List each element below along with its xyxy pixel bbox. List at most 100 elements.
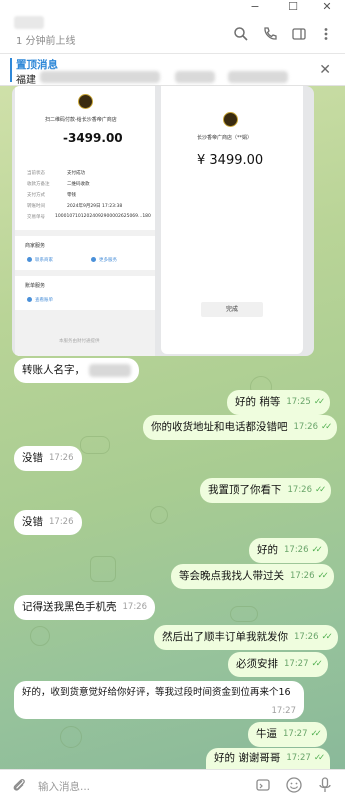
receipt-amount: -3499.00: [63, 131, 123, 145]
read-ticks-icon: ✓✓: [313, 397, 325, 407]
message-time: 17:26: [49, 453, 74, 463]
message-outgoing[interactable]: 必须安排 17:27 ✓✓: [228, 652, 328, 677]
receipt-row-value: 2024年9月29日 17:23:38: [67, 204, 123, 209]
receipt-amount: ¥ 3499.00: [197, 153, 264, 168]
message-time: 17:27: [284, 659, 309, 669]
message-time: 17:26: [122, 602, 148, 612]
receipt-row-label: 转账时间: [27, 204, 45, 209]
receipt-row-value: 支付成功: [67, 171, 85, 176]
read-ticks-icon: ✓✓: [311, 545, 323, 555]
receipt-row-value: 零钱: [67, 193, 76, 198]
attach-icon[interactable]: [10, 776, 28, 794]
receipt-footer: 本服务由财付通提供: [59, 339, 100, 344]
background-doodle: [230, 606, 258, 622]
background-doodle: [60, 726, 82, 748]
command-icon[interactable]: [254, 776, 272, 794]
last-seen-status: 1 分钟前上线: [16, 36, 76, 47]
message-time: 17:26: [287, 485, 313, 495]
receipt-row-label: 支付方式: [27, 193, 45, 198]
message-outgoing[interactable]: 牛逼 17:27 ✓✓: [248, 722, 327, 747]
message-time: 17:25: [286, 397, 311, 407]
receipt-left-panel: 扫二维码付款-给长沙香帝广商店 -3499.00 当前状态 支付成功 收款方备注…: [15, 86, 155, 356]
emoji-icon[interactable]: [285, 776, 303, 794]
message-outgoing[interactable]: 然后出了顺丰订单我就发你 17:26 ✓✓: [154, 625, 338, 650]
phone-icon[interactable]: [262, 26, 278, 42]
background-doodle: [90, 556, 116, 582]
merchant-avatar: [223, 112, 238, 127]
receipt-right-panel: 长沙香帝广商店（**娟） ¥ 3499.00 完成: [161, 86, 303, 354]
more-services-icon: [91, 257, 96, 262]
message-incoming[interactable]: 好的，收到货意觉好给你好评，等我过段时间资金到位再来个16 17:27: [14, 681, 304, 719]
more-services-link[interactable]: 更多服务: [99, 257, 117, 263]
redacted-name: [89, 363, 131, 377]
pinned-redacted-text: [40, 71, 160, 83]
message-outgoing[interactable]: 等会晚点我找人带过关 17:26 ✓✓: [171, 564, 334, 589]
more-vertical-icon[interactable]: [318, 26, 334, 42]
message-text: 你的收货地址和电话都没错吧: [151, 421, 288, 433]
view-bill-link[interactable]: 查看账单: [35, 297, 53, 303]
done-button[interactable]: 完成: [201, 302, 263, 317]
message-text: 然后出了顺丰订单我就发你: [162, 631, 288, 643]
receipt-row-label: 交易单号: [27, 215, 45, 220]
message-incoming[interactable]: 记得送我黑色手机壳 17:26: [14, 595, 155, 620]
receipt-row-value: 二维码收款: [67, 182, 90, 187]
message-time: 17:26: [294, 632, 319, 642]
message-outgoing[interactable]: 好的 17:26 ✓✓: [249, 538, 328, 563]
read-ticks-icon: ✓✓: [310, 729, 322, 739]
message-composer: 输入消息...: [0, 769, 345, 800]
read-ticks-icon: ✓✓: [321, 422, 332, 432]
message-time: 17:27: [283, 729, 308, 739]
window-title-bar: − ☐ ✕: [0, 0, 345, 18]
message-time: 17:26: [293, 422, 319, 432]
message-incoming[interactable]: 没错 17:26: [14, 446, 82, 471]
minimize-icon[interactable]: −: [241, 0, 269, 16]
microphone-icon[interactable]: [316, 776, 334, 794]
receipt-row-label: 收款方备注: [27, 182, 50, 187]
search-icon[interactable]: [233, 26, 249, 42]
chat-header: 1 分钟前上线: [0, 16, 345, 54]
pinned-preview: 福建: [16, 75, 36, 86]
pinned-close-icon[interactable]: ✕: [319, 62, 331, 78]
read-ticks-icon: ✓✓: [315, 485, 326, 495]
pinned-message-bar[interactable]: 置顶消息 福建 ✕: [0, 54, 345, 86]
merchant-avatar: [78, 94, 93, 109]
message-incoming[interactable]: 没错 17:26: [14, 510, 82, 535]
message-outgoing[interactable]: 你的收货地址和电话都没错吧 17:26 ✓✓: [143, 415, 338, 440]
read-ticks-icon: ✓✓: [313, 753, 325, 763]
receipt-merchant: 扫二维码付款-给长沙香帝广商店: [45, 117, 117, 123]
divider: [15, 270, 155, 276]
message-text: 必须安排: [236, 658, 278, 670]
receipt-row-label: 当前状态: [27, 171, 45, 176]
message-outgoing[interactable]: 好的 稍等 17:25 ✓✓: [227, 390, 331, 415]
pinned-redacted-text: [228, 71, 288, 83]
background-doodle: [30, 626, 50, 646]
contact-merchant-icon: [27, 257, 32, 262]
message-text: 没错: [22, 516, 43, 528]
message-text: 我置顶了你看下: [208, 484, 282, 496]
message-time: 17:27: [286, 753, 311, 763]
message-text: 好的 稍等: [235, 396, 281, 408]
message-text: 转账人名字，: [22, 364, 85, 376]
pinned-accent-bar: [10, 58, 12, 82]
read-ticks-icon: ✓✓: [311, 659, 323, 669]
payment-receipt-image[interactable]: 扫二维码付款-给长沙香帝广商店 -3499.00 当前状态 支付成功 收款方备注…: [12, 86, 314, 356]
read-ticks-icon: ✓✓: [321, 632, 333, 642]
divider: [15, 230, 155, 236]
message-outgoing[interactable]: 好的 谢谢哥哥 17:27 ✓✓: [206, 748, 331, 769]
receipt-section-title: 账单服务: [25, 283, 46, 289]
message-time: 17:26: [290, 571, 315, 581]
close-icon[interactable]: ✕: [313, 0, 341, 16]
read-ticks-icon: ✓✓: [317, 571, 329, 581]
maximize-icon[interactable]: ☐: [279, 0, 307, 16]
background-doodle: [80, 436, 110, 454]
chat-history[interactable]: 扫二维码付款-给长沙香帝广商店 -3499.00 当前状态 支付成功 收款方备注…: [0, 86, 345, 769]
background-doodle: [150, 506, 168, 524]
message-input[interactable]: 输入消息...: [38, 779, 90, 794]
message-outgoing[interactable]: 我置顶了你看下 17:26 ✓✓: [200, 478, 332, 503]
message-incoming[interactable]: 转账人名字，: [14, 358, 139, 383]
message-time: 17:26: [49, 517, 74, 527]
message-text: 记得送我黑色手机壳: [22, 601, 117, 613]
contact-merchant-link[interactable]: 联系商家: [35, 257, 53, 263]
sidebar-panel-icon[interactable]: [291, 26, 307, 42]
receipt-footer-area: [15, 310, 155, 356]
